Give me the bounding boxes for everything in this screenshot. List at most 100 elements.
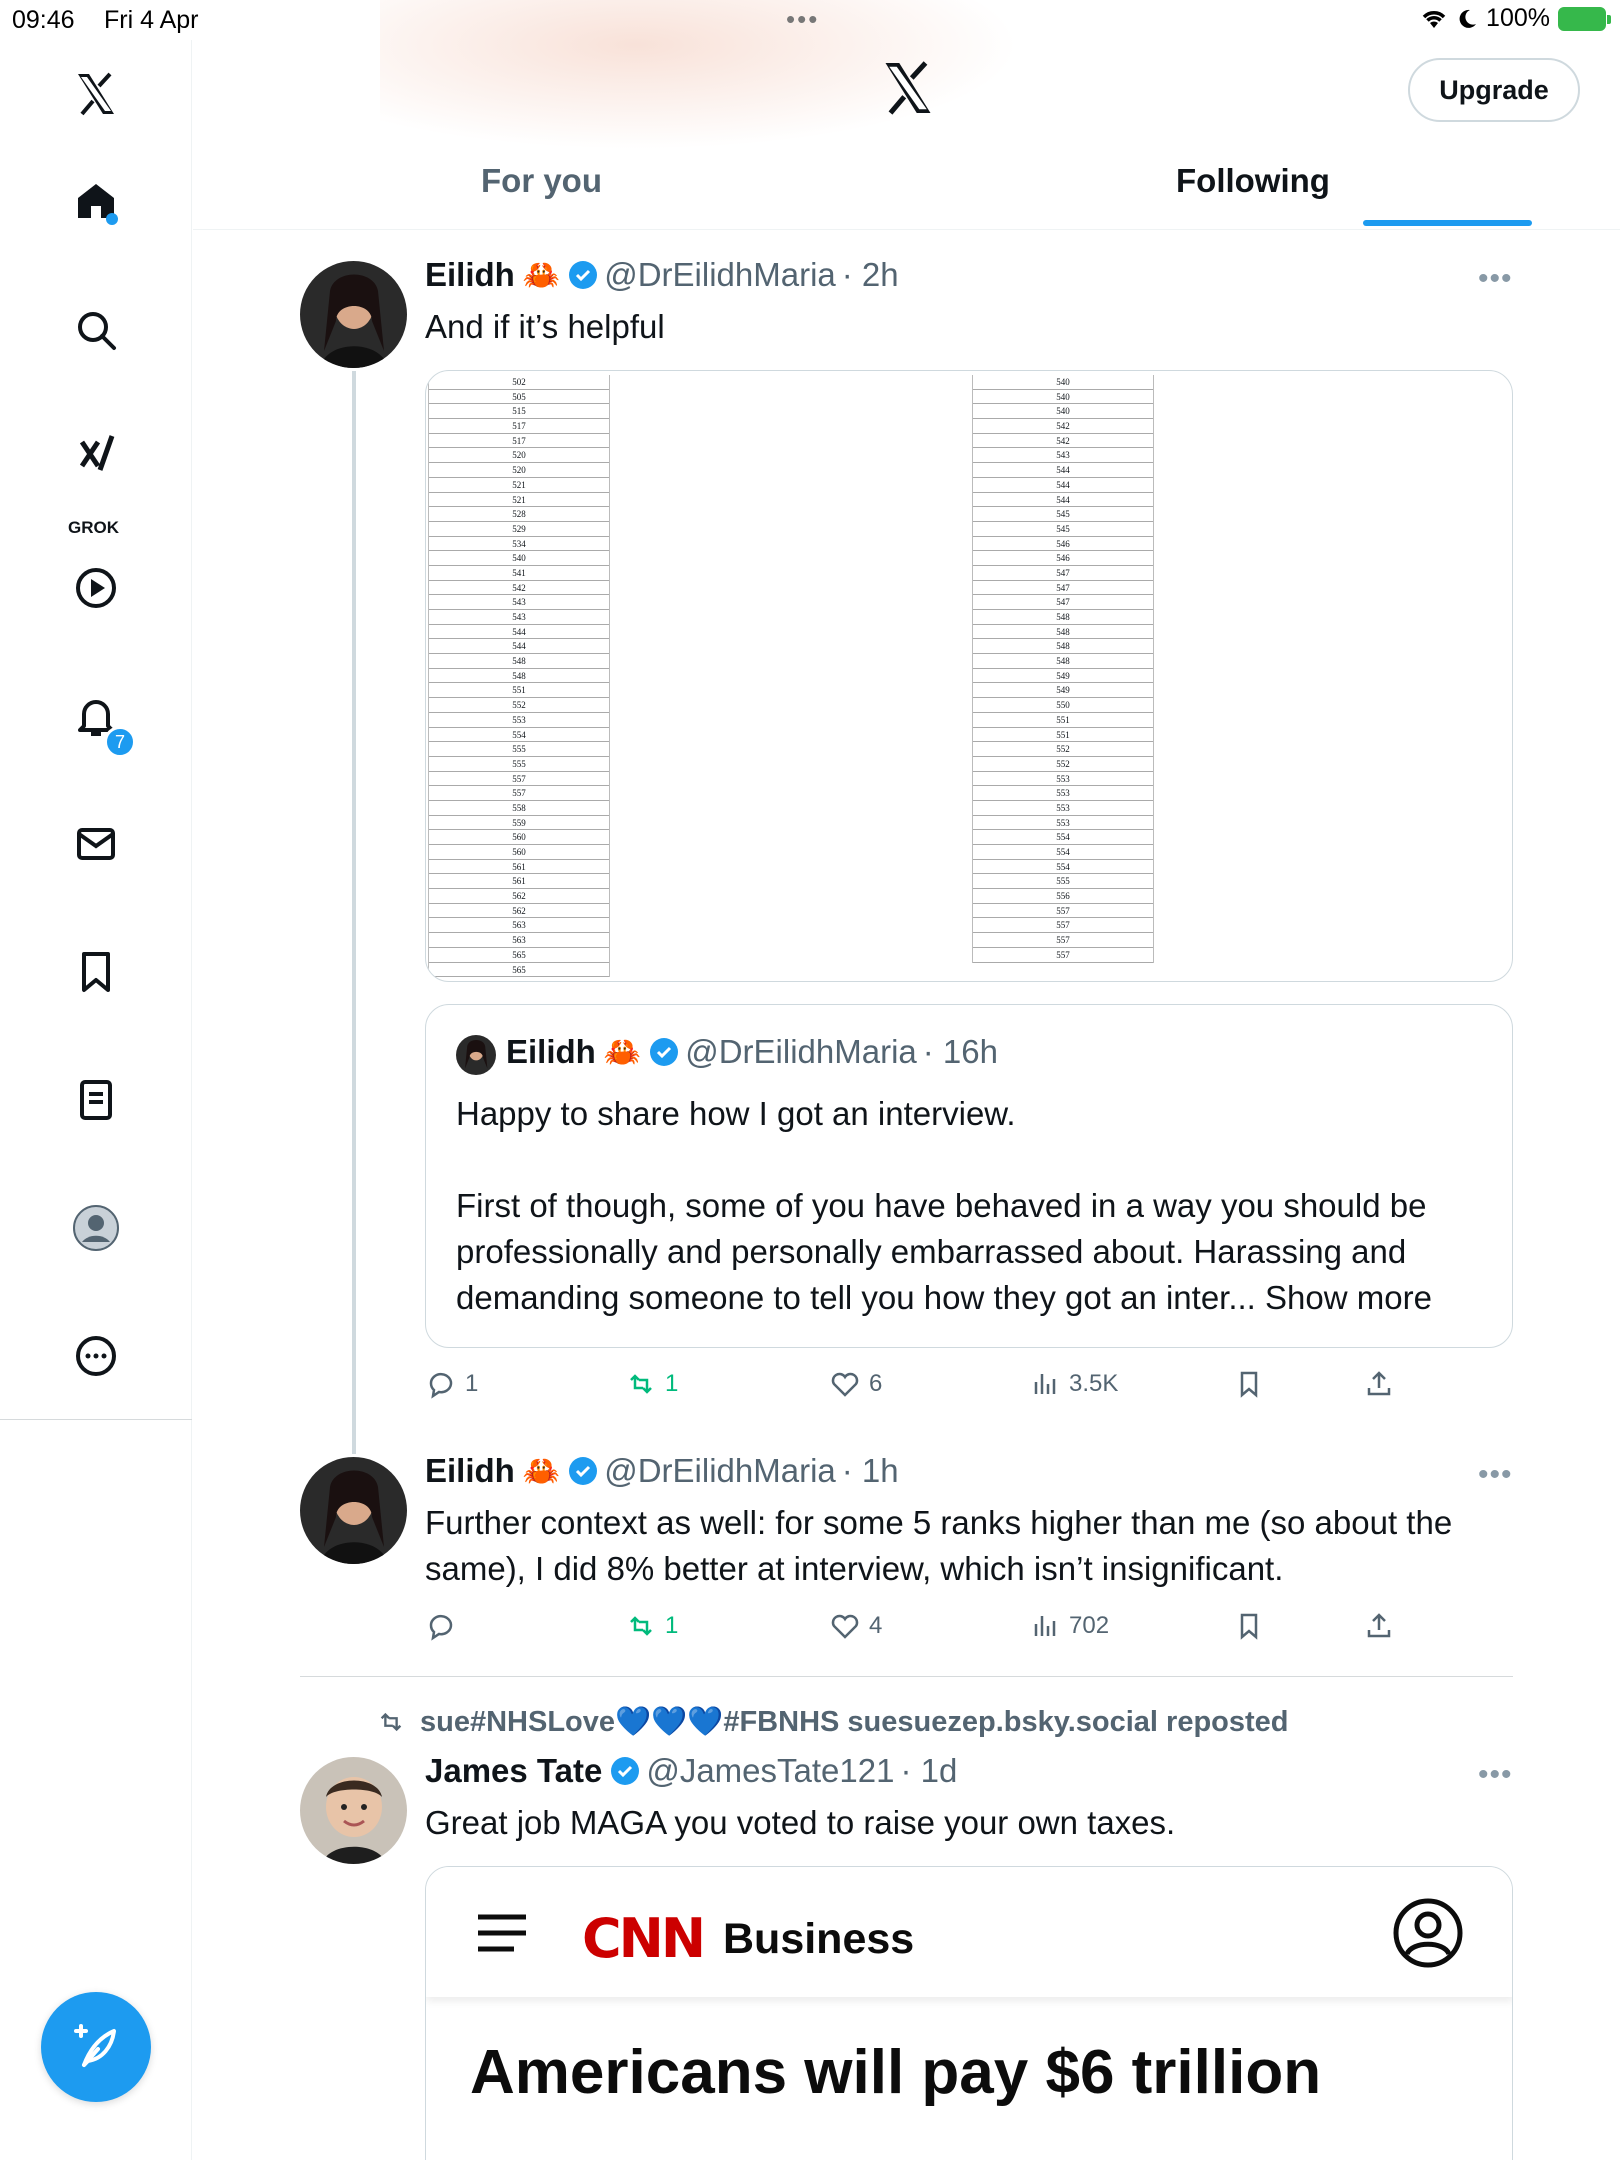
rank-cell: 553 xyxy=(429,713,609,728)
reply-button[interactable] xyxy=(425,1610,465,1642)
repost-button[interactable]: 1 xyxy=(625,1368,678,1400)
rank-cell: 554 xyxy=(429,728,609,743)
repost-count: 1 xyxy=(665,1370,679,1397)
rank-cell: 544 xyxy=(973,463,1153,478)
post-more-icon[interactable]: ••• xyxy=(1478,262,1513,296)
like-button[interactable]: 6 xyxy=(829,1368,882,1400)
profile-avatar-icon[interactable] xyxy=(66,1198,126,1258)
views-button[interactable]: 702 xyxy=(1029,1610,1109,1642)
rank-cell: 547 xyxy=(973,595,1153,610)
reply-button[interactable]: 1 xyxy=(425,1368,478,1400)
rank-cell: 517 xyxy=(429,419,609,434)
rank-cell: 545 xyxy=(973,507,1153,522)
battery-icon xyxy=(1558,6,1611,31)
status-date: Fri 4 Apr xyxy=(104,6,199,34)
hamburger-menu-icon xyxy=(478,1914,526,1952)
rank-cell: 561 xyxy=(429,860,609,875)
status-time: 09:46 xyxy=(12,6,75,34)
quoted-author-handle: @DrEilidhMaria xyxy=(685,1033,917,1070)
header-x-logo-icon[interactable] xyxy=(878,58,938,118)
post-text: And if it’s helpful xyxy=(425,308,665,345)
like-count: 4 xyxy=(869,1612,883,1639)
active-tab-indicator xyxy=(1363,220,1532,226)
reply-count: 1 xyxy=(465,1370,479,1397)
bookmark-post-button[interactable] xyxy=(1233,1610,1265,1642)
rank-cell: 552 xyxy=(973,757,1153,772)
timeline-tabs: For you Following xyxy=(193,140,1620,230)
post-image-cnn[interactable]: CNN Business Americans will pay $6 trill… xyxy=(425,1866,1513,2160)
rank-cell: 555 xyxy=(429,757,609,772)
author-handle[interactable]: @DrEilidhMaria xyxy=(604,256,836,294)
rank-cell: 544 xyxy=(429,625,609,640)
bookmark-icon[interactable] xyxy=(66,942,126,1002)
tab-following[interactable]: Following xyxy=(1176,162,1330,200)
upgrade-button[interactable]: Upgrade xyxy=(1408,58,1580,122)
crab-emoji: 🦀 xyxy=(603,1035,642,1069)
quoted-post[interactable]: Eilidh 🦀 @DrEilidhMaria · 16h Happy to s… xyxy=(425,1004,1513,1348)
verified-badge-icon xyxy=(650,1038,679,1066)
rank-column-left: 502 505 515 517 517 520 520 521 521 528 529 534 540 5… xyxy=(428,375,610,978)
rank-cell: 543 xyxy=(429,610,609,625)
repost-attribution[interactable]: sue#NHSLove💙💙💙#FBNHS suesuezep.bsky.soci… xyxy=(374,1705,1289,1739)
like-count: 6 xyxy=(869,1370,883,1397)
video-icon[interactable] xyxy=(66,558,126,618)
search-icon[interactable] xyxy=(66,300,126,360)
post-time[interactable]: · 2h xyxy=(842,256,899,294)
post-time[interactable]: · 1h xyxy=(842,1452,899,1490)
reply-icon xyxy=(429,1614,453,1641)
author-name[interactable]: Eilidh xyxy=(425,1452,515,1490)
author-name[interactable]: James Tate xyxy=(425,1752,602,1790)
views-count: 3.5K xyxy=(1069,1370,1119,1397)
repost-icon xyxy=(630,1374,652,1394)
author-handle[interactable]: @JamesTate121 xyxy=(646,1752,894,1790)
compose-post-button[interactable] xyxy=(41,1992,151,2102)
mail-icon[interactable] xyxy=(66,814,126,874)
rank-cell: 557 xyxy=(973,918,1153,934)
rank-cell: 557 xyxy=(429,772,609,787)
reply-icon xyxy=(429,1372,453,1399)
crab-emoji: 🦀 xyxy=(522,258,561,292)
rank-cell: 554 xyxy=(973,860,1153,875)
sidebar-divider xyxy=(0,1419,192,1420)
avatar[interactable] xyxy=(300,1757,407,1864)
avatar[interactable] xyxy=(300,1457,407,1564)
post-time[interactable]: · 1d xyxy=(900,1752,957,1790)
x-logo-icon[interactable] xyxy=(66,64,126,124)
rank-cell: 521 xyxy=(429,493,609,508)
rank-cell: 544 xyxy=(429,639,609,655)
author-name[interactable]: Eilidh xyxy=(425,256,515,294)
rank-cell: 520 xyxy=(429,463,609,478)
views-button[interactable]: 3.5K xyxy=(1029,1368,1118,1400)
grok-icon[interactable] xyxy=(66,424,126,484)
rank-column-right: 540 540 540 542 542 543 544 544 544 545 545 546 546 5… xyxy=(972,375,1154,963)
avatar[interactable] xyxy=(300,261,407,368)
multitasking-dots-icon[interactable]: ••• xyxy=(786,4,819,35)
share-button[interactable] xyxy=(1363,1368,1395,1400)
rank-cell: 547 xyxy=(973,581,1153,596)
share-icon xyxy=(1367,1613,1391,1638)
rank-cell: 515 xyxy=(429,404,609,420)
share-button[interactable] xyxy=(1363,1610,1395,1642)
lists-icon[interactable] xyxy=(66,1070,126,1130)
bookmark-post-button[interactable] xyxy=(1233,1368,1265,1400)
more-options-icon[interactable] xyxy=(66,1326,126,1386)
rank-cell: 549 xyxy=(973,683,1153,699)
compose-feather-icon xyxy=(74,2024,116,2067)
grok-label: GROK xyxy=(68,518,119,537)
rank-cell: 547 xyxy=(973,566,1153,581)
quoted-author-name: Eilidh xyxy=(506,1033,596,1070)
author-handle[interactable]: @DrEilidhMaria xyxy=(604,1452,836,1490)
post-image-table[interactable]: 502 505 515 517 517 520 520 521 521 528 529 534 540 5… xyxy=(425,370,1513,982)
like-button[interactable]: 4 xyxy=(829,1610,882,1642)
bookmark-icon xyxy=(1240,1613,1258,1640)
rank-cell: 551 xyxy=(973,728,1153,743)
rank-cell: 548 xyxy=(429,669,609,684)
status-bar: 09:46 Fri 4 Apr ••• 100% xyxy=(0,0,1620,40)
rank-cell: 545 xyxy=(973,522,1153,537)
moon-icon xyxy=(1459,9,1477,28)
post-more-icon[interactable]: ••• xyxy=(1478,1758,1513,1792)
rank-cell: 548 xyxy=(973,610,1153,625)
repost-button[interactable]: 1 xyxy=(625,1610,678,1642)
tab-for-you[interactable]: For you xyxy=(481,162,602,200)
post-more-icon[interactable]: ••• xyxy=(1478,1458,1513,1492)
